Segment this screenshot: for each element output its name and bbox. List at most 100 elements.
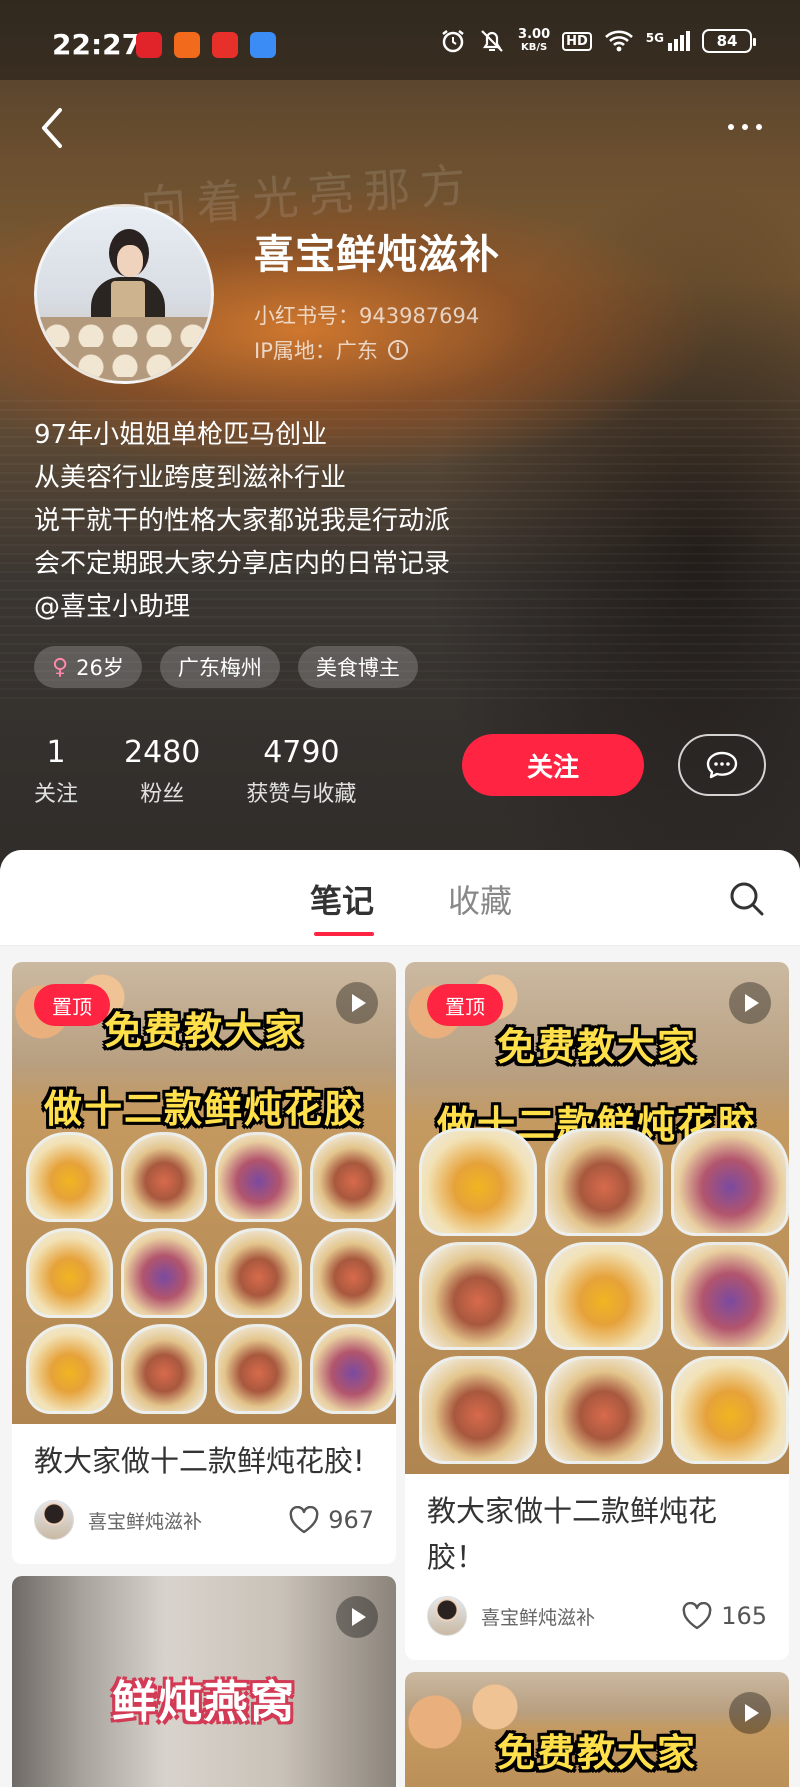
jar xyxy=(309,1324,396,1414)
like-button[interactable]: 967 xyxy=(288,1506,374,1534)
bio-line: 97年小姐姐单枪匹马创业 xyxy=(34,420,328,450)
tag-age: ♀ 26岁 xyxy=(34,646,142,688)
chevron-left-icon xyxy=(42,108,62,148)
jar xyxy=(309,1132,396,1222)
video-play-icon xyxy=(336,1596,378,1638)
video-play-icon xyxy=(729,982,771,1024)
message-button[interactable] xyxy=(678,734,766,796)
wifi-icon xyxy=(604,30,633,52)
jar xyxy=(419,1242,537,1350)
cover-caption-line1: 免费教大家 xyxy=(496,1731,697,1775)
jar xyxy=(419,1128,537,1236)
cellular-signal: 5G xyxy=(646,31,690,51)
video-play-icon xyxy=(336,982,378,1024)
cover-caption-line2: 做十二款鲜炖花胶 xyxy=(43,1087,364,1131)
stat-followers-label: 粉丝 xyxy=(140,782,185,807)
status-right-group: 3.00 KB/S HD 5G 84 xyxy=(440,28,756,54)
like-count: 165 xyxy=(721,1602,767,1630)
more-dot xyxy=(756,124,762,130)
jar xyxy=(120,1324,207,1414)
back-button[interactable] xyxy=(30,104,74,152)
follow-button[interactable]: 关注 xyxy=(462,734,644,796)
female-icon: ♀ xyxy=(52,654,69,680)
network-type: 5G xyxy=(645,31,664,45)
more-options-button[interactable] xyxy=(720,112,770,142)
jar xyxy=(215,1132,302,1222)
content-tabs: 笔记 收藏 xyxy=(0,850,800,946)
tab-collections[interactable]: 收藏 xyxy=(448,876,512,922)
heart-icon xyxy=(682,1602,712,1630)
jar xyxy=(545,1356,663,1464)
signal-bar-3 xyxy=(680,35,684,51)
notes-section: 笔记 收藏 免费教大家 做十二款鲜炖花胶 置顶 教大家做十二款鲜炖花胶! 喜宝鲜… xyxy=(0,850,800,1787)
network-speed: 3.00 KB/S xyxy=(518,28,550,54)
jar xyxy=(309,1228,396,1318)
tag-category-label: 美食博主 xyxy=(315,656,400,680)
tag-age-label: 26岁 xyxy=(76,656,124,680)
profile-id[interactable]: 小红书号：943987694 xyxy=(254,300,479,330)
profile-ip-location: IP属地：广东 i xyxy=(254,335,408,365)
jar xyxy=(671,1128,789,1236)
stat-likes-collects-label: 获赞与收藏 xyxy=(246,782,357,807)
jar xyxy=(671,1356,789,1464)
stat-followers-count: 2480 xyxy=(124,735,201,770)
stat-followers[interactable]: 2480 粉丝 xyxy=(124,734,200,808)
like-button[interactable]: 165 xyxy=(681,1602,767,1630)
note-card[interactable]: 免费教大家 做十二款鲜炖花胶 置顶 教大家做十二款鲜炖花胶！ 喜宝鲜炖滋补 16… xyxy=(405,962,789,1660)
heart-icon xyxy=(289,1506,319,1534)
note-title[interactable]: 教大家做十二款鲜炖花胶！ xyxy=(405,1474,789,1588)
alarm-icon xyxy=(442,30,464,53)
jar xyxy=(26,1324,113,1414)
jar xyxy=(419,1356,537,1464)
status-bar: 22:27 3.00 KB/S HD 5G 84 xyxy=(0,0,800,80)
note-cover[interactable]: 免费教大家 做十二款鲜炖花胶 置顶 xyxy=(405,962,789,1474)
stat-following[interactable]: 1 关注 xyxy=(34,734,78,808)
note-meta: 喜宝鲜炖滋补 165 xyxy=(405,1588,789,1660)
notification-app-icon-3 xyxy=(212,32,238,58)
profile-bio: 97年小姐姐单枪匹马创业 从美容行业跨度到滋补行业 说干就干的性格大家都说我是行… xyxy=(34,414,450,629)
signal-bar-1 xyxy=(668,43,672,51)
author-avatar[interactable] xyxy=(427,1596,467,1636)
video-play-icon xyxy=(729,1692,771,1734)
network-speed-value: 3.00 xyxy=(518,27,551,42)
bio-line: 说干就干的性格大家都说我是行动派 xyxy=(34,506,451,536)
like-count: 967 xyxy=(328,1506,374,1534)
search-icon xyxy=(730,882,764,916)
note-title[interactable]: 教大家做十二款鲜炖花胶! xyxy=(12,1424,396,1492)
profile-stats: 1 关注 2480 粉丝 4790 获赞与收藏 xyxy=(34,734,356,808)
profile-avatar[interactable] xyxy=(34,204,214,384)
chat-bubble-icon xyxy=(706,751,738,779)
notification-app-icon-4 xyxy=(250,32,276,58)
network-speed-unit: KB/S xyxy=(520,42,548,53)
notification-app-icon-1 xyxy=(136,32,162,58)
search-button[interactable] xyxy=(728,880,766,918)
avatar-jars xyxy=(37,317,211,381)
cover-caption-line1: 鲜炖燕窝 xyxy=(112,1677,296,1728)
stat-likes-collects[interactable]: 4790 获赞与收藏 xyxy=(246,734,356,808)
tag-category: 美食博主 xyxy=(297,646,418,688)
note-cover[interactable]: 鲜炖燕窝 xyxy=(12,1576,396,1787)
note-cover[interactable]: 免费教大家 xyxy=(405,1672,789,1787)
note-card[interactable]: 免费教大家 xyxy=(405,1672,789,1787)
notification-app-icon-2 xyxy=(174,32,200,58)
note-card[interactable]: 鲜炖燕窝 xyxy=(12,1576,396,1787)
jar xyxy=(545,1128,663,1236)
bio-line: 从美容行业跨度到滋补行业 xyxy=(34,463,347,493)
bio-mention-link[interactable]: @喜宝小助理 xyxy=(34,586,450,629)
author-name[interactable]: 喜宝鲜炖滋补 xyxy=(481,1603,681,1630)
tab-notes[interactable]: 笔记 xyxy=(310,876,374,922)
jar xyxy=(120,1228,207,1318)
signal-bar-4 xyxy=(686,31,690,51)
note-cover[interactable]: 免费教大家 做十二款鲜炖花胶 置顶 xyxy=(12,962,396,1424)
note-card[interactable]: 免费教大家 做十二款鲜炖花胶 置顶 教大家做十二款鲜炖花胶! 喜宝鲜炖滋补 96… xyxy=(12,962,396,1564)
info-icon[interactable]: i xyxy=(387,340,408,360)
jar xyxy=(26,1228,113,1318)
avatar-person-face xyxy=(117,245,143,277)
author-avatar[interactable] xyxy=(34,1500,74,1540)
author-name[interactable]: 喜宝鲜炖滋补 xyxy=(88,1507,288,1534)
notes-column-left: 免费教大家 做十二款鲜炖花胶 置顶 教大家做十二款鲜炖花胶! 喜宝鲜炖滋补 96… xyxy=(12,962,396,1787)
jar xyxy=(215,1228,302,1318)
jar xyxy=(26,1132,113,1222)
more-dot xyxy=(742,124,748,130)
jar xyxy=(671,1242,789,1350)
